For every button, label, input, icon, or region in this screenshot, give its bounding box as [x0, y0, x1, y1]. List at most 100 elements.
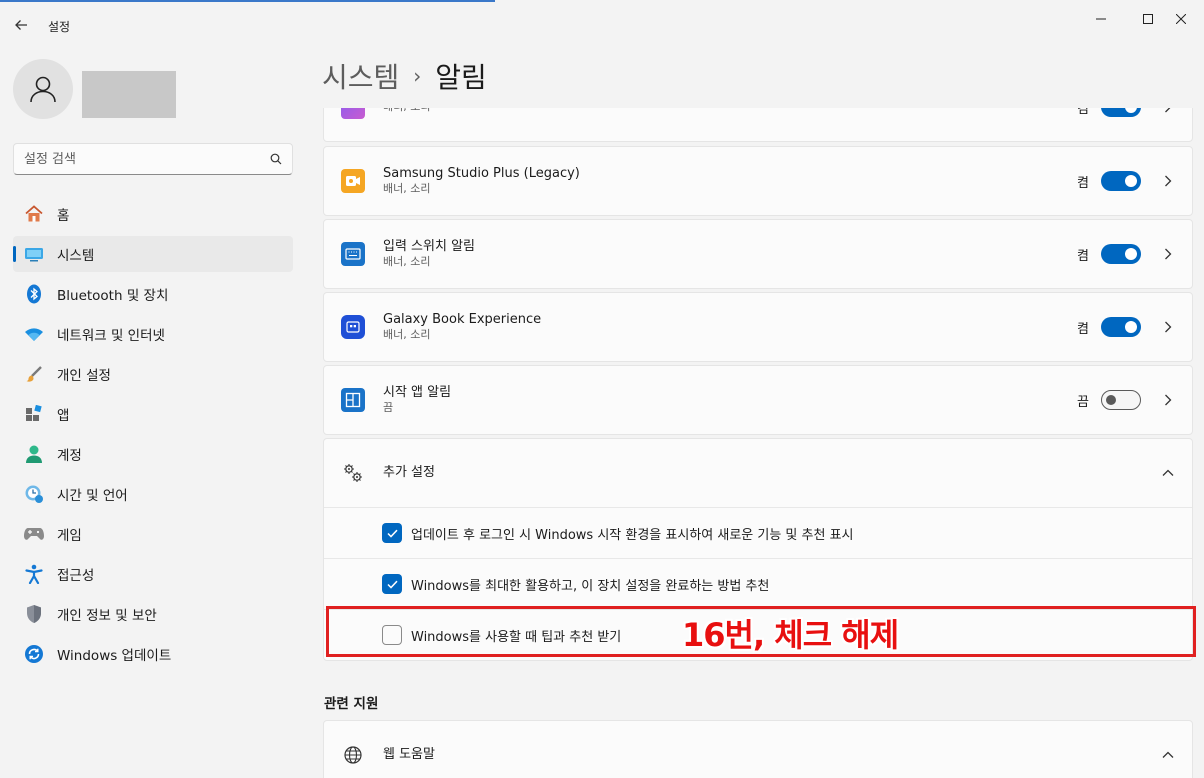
brush-icon	[23, 363, 45, 385]
notification-toggle[interactable]	[1101, 108, 1141, 117]
related-support-heading: 관련 지원	[324, 696, 379, 712]
app-card-samsung-studio-plus[interactable]: Samsung Studio Plus (Legacy) 배너, 소리 켬	[323, 146, 1193, 216]
sidebar-item-gaming[interactable]: 게임	[13, 516, 293, 552]
search-box[interactable]	[13, 143, 293, 175]
sidebar-item-network[interactable]: 네트워크 및 인터넷	[13, 316, 293, 352]
notification-toggle[interactable]	[1101, 244, 1141, 264]
sidebar-item-label: 개인 정보 및 보안	[57, 608, 157, 624]
option-finish-setup[interactable]: Windows를 최대한 활용하고, 이 장치 설정을 완료하는 방법 추천	[324, 558, 1192, 609]
app-notify-type: 배너, 소리	[383, 328, 431, 341]
sidebar-item-system[interactable]: 시스템	[13, 236, 293, 272]
app-card-startup-app[interactable]: 시작 앱 알림 끔 끔	[323, 365, 1193, 435]
app-name: 시작 앱 알림	[383, 385, 452, 400]
chevron-up-icon[interactable]	[1159, 751, 1177, 759]
sidebar-item-label: 시간 및 언어	[57, 488, 128, 504]
accessibility-icon	[23, 563, 45, 585]
globe-icon	[341, 743, 365, 767]
sidebar-item-label: 게임	[57, 528, 82, 544]
apps-icon	[23, 403, 45, 425]
app-card-input-switch[interactable]: 입력 스위치 알림 배너, 소리 켬	[323, 219, 1193, 289]
chevron-right-icon[interactable]	[1159, 108, 1177, 113]
option-welcome-experience[interactable]: 업데이트 후 로그인 시 Windows 시작 환경을 표시하여 새로운 기능 …	[324, 507, 1192, 558]
user-name-redacted	[82, 71, 176, 118]
sidebar-item-accessibility[interactable]: 접근성	[13, 556, 293, 592]
home-icon	[23, 203, 45, 225]
checkbox-welcome-experience[interactable]	[382, 523, 402, 543]
app-notify-type: 배너, 소리	[383, 255, 431, 268]
purple-app-icon	[341, 108, 365, 119]
app-name: 입력 스위치 알림	[383, 239, 475, 254]
notification-toggle[interactable]	[1101, 390, 1141, 410]
toggle-state-label: 켬	[1077, 321, 1089, 337]
notification-toggle[interactable]	[1101, 317, 1141, 337]
sidebar-item-time-language[interactable]: 시간 및 언어	[13, 476, 293, 512]
toggle-state-label: 켬	[1077, 101, 1089, 117]
option-label: 업데이트 후 로그인 시 Windows 시작 환경을 표시하여 새로운 기능 …	[411, 527, 854, 543]
sidebar-item-bluetooth[interactable]: Bluetooth 및 장치	[13, 276, 293, 312]
toggle-state-label: 끔	[1077, 394, 1089, 410]
title-bar: 설정	[0, 0, 1204, 52]
sidebar-item-label: Bluetooth 및 장치	[57, 288, 169, 304]
app-name: Galaxy Book Experience	[383, 312, 542, 327]
app-notify-type: 배너, 소리	[383, 182, 431, 195]
app-notify-type: 배너, 소리	[383, 100, 431, 113]
start-app-icon	[341, 388, 365, 412]
toggle-state-label: 켬	[1077, 248, 1089, 264]
search-input[interactable]	[24, 151, 270, 167]
sidebar-item-label: 네트워크 및 인터넷	[57, 328, 165, 344]
person-icon	[30, 76, 56, 103]
page-title: 알림	[435, 61, 487, 94]
bluetooth-icon	[23, 283, 45, 305]
annotation-text: 16번, 체크 해제	[682, 616, 899, 654]
sidebar-item-label: 계정	[57, 448, 82, 464]
gamepad-icon	[23, 523, 45, 545]
sidebar-item-label: 시스템	[57, 248, 95, 264]
sidebar-item-privacy-security[interactable]: 개인 정보 및 보안	[13, 596, 293, 632]
back-button[interactable]	[8, 12, 34, 38]
sidebar-item-label: 개인 설정	[57, 368, 111, 384]
galaxy-book-icon	[341, 315, 365, 339]
sidebar-item-accounts[interactable]: 계정	[13, 436, 293, 472]
app-card-galaxy-book-experience[interactable]: Galaxy Book Experience 배너, 소리 켬	[323, 292, 1193, 362]
avatar[interactable]	[13, 59, 73, 119]
sidebar-item-windows-update[interactable]: Windows 업데이트	[13, 636, 293, 672]
chevron-right-icon[interactable]	[1159, 394, 1177, 406]
wifi-icon	[23, 323, 45, 345]
additional-settings-title: 추가 설정	[383, 465, 435, 480]
option-label: Windows를 최대한 활용하고, 이 장치 설정을 완료하는 방법 추천	[411, 578, 770, 594]
maximize-icon	[1143, 14, 1153, 24]
update-icon	[23, 643, 45, 665]
system-icon	[23, 243, 45, 265]
shield-icon	[23, 603, 45, 625]
sidebar-item-apps[interactable]: 앱	[13, 396, 293, 432]
checkmark-icon	[386, 580, 398, 589]
search-icon	[270, 153, 282, 165]
sidebar-item-personalization[interactable]: 개인 설정	[13, 356, 293, 392]
close-button[interactable]	[1158, 6, 1204, 32]
breadcrumb-separator: ›	[413, 64, 422, 88]
app-name: Samsung Studio Plus (Legacy)	[383, 166, 580, 181]
chevron-up-icon[interactable]	[1159, 469, 1177, 477]
account-icon	[23, 443, 45, 465]
chevron-right-icon[interactable]	[1159, 175, 1177, 187]
back-arrow-icon	[15, 20, 27, 30]
minimize-button[interactable]	[1078, 6, 1124, 32]
studio-plus-icon	[341, 169, 365, 193]
notification-toggle[interactable]	[1101, 171, 1141, 191]
sidebar-nav: 홈 시스템 Bluetooth 및 장치 네트워크 및 인터넷 개인 설정 앱	[13, 196, 293, 676]
checkmark-icon	[386, 529, 398, 538]
chevron-right-icon[interactable]	[1159, 321, 1177, 333]
breadcrumb: 시스템 › 알림	[322, 56, 487, 96]
chevron-right-icon[interactable]	[1159, 248, 1177, 260]
sidebar-item-home[interactable]: 홈	[13, 196, 293, 232]
toggle-state-label: 켬	[1077, 175, 1089, 191]
web-help-expander[interactable]: 웹 도움말	[323, 720, 1193, 778]
app-notify-type: 끔	[383, 401, 394, 414]
breadcrumb-parent[interactable]: 시스템	[322, 56, 399, 96]
web-help-label: 웹 도움말	[383, 747, 435, 762]
gears-icon	[341, 461, 365, 485]
checkbox-finish-setup[interactable]	[382, 574, 402, 594]
app-title: 설정	[48, 20, 71, 34]
keyboard-icon	[341, 242, 365, 266]
additional-settings-header[interactable]: 추가 설정	[324, 439, 1192, 507]
